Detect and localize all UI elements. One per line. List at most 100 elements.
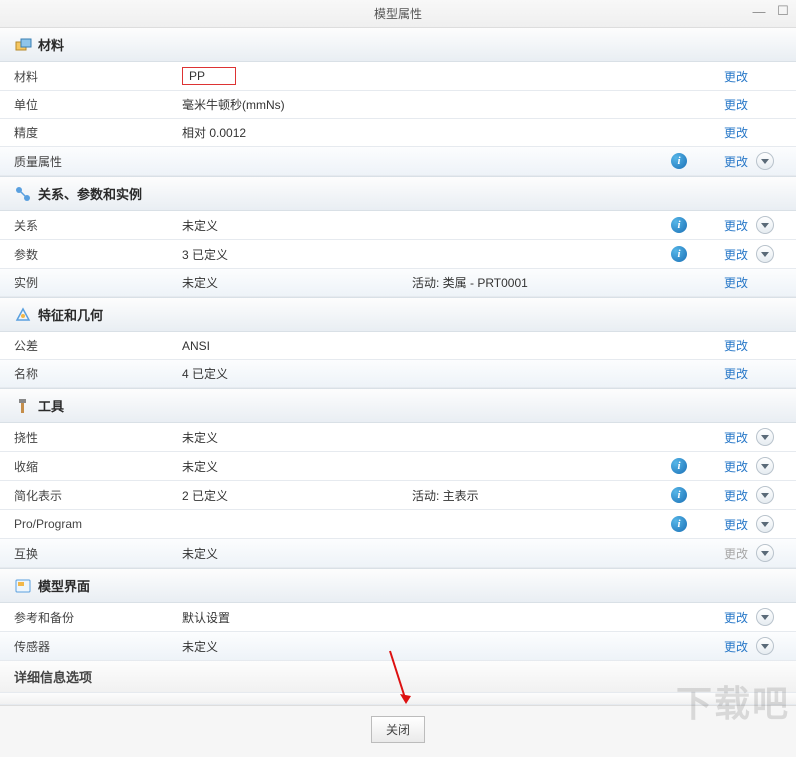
row-label: 名称 [14,365,182,382]
section-header-tools: 工具 [0,388,796,423]
row-label: 挠性 [14,429,182,446]
row-interchange: 互换 未定义 更改 [0,539,796,568]
row-value: 未定义 [182,458,412,475]
row-value: 未定义 [182,217,412,234]
row-label: 单位 [14,96,182,113]
tools-icon [14,397,32,415]
row-names: 名称 4 已定义 更改 [0,360,796,388]
row-label: 参数 [14,246,182,263]
change-link[interactable]: 更改 [724,489,748,503]
change-link[interactable]: 更改 [724,276,748,290]
row-label: 精度 [14,124,182,141]
row-label: 公差 [14,337,182,354]
section-header-feature: 特征和几何 [0,297,796,332]
interface-icon [14,577,32,595]
change-link[interactable]: 更改 [724,70,748,84]
content-area: 材料 材料 PP 更改 单位 毫米牛顿秒(mmNs) 更改 精度 相对 0.00… [0,28,796,705]
row-label: 互换 [14,545,182,562]
expand-button[interactable] [756,637,774,655]
row-value: 毫米牛顿秒(mmNs) [182,96,412,113]
row-label: 收缩 [14,458,182,475]
row-shrinkage: 收缩 未定义 i 更改 [0,452,796,481]
row-pro-program: Pro/Program i 更改 [0,510,796,539]
expand-button[interactable] [756,457,774,475]
maximize-icon[interactable]: ☐ [776,4,790,18]
row-value: 未定义 [182,638,412,655]
minimize-icon[interactable]: — [752,4,766,18]
window-title: 模型属性 [374,5,422,22]
info-icon[interactable]: i [671,153,687,169]
row-label: 实例 [14,274,182,291]
row-tolerance: 公差 ANSI 更改 [0,332,796,360]
section-title: 模型界面 [38,576,90,595]
row-sensor: 传感器 未定义 更改 [0,632,796,661]
expand-button[interactable] [756,515,774,533]
change-link[interactable]: 更改 [724,98,748,112]
change-link[interactable]: 更改 [724,339,748,353]
row-params: 参数 3 已定义 i 更改 [0,240,796,269]
truncated-row [0,693,796,705]
info-icon[interactable]: i [671,458,687,474]
change-link[interactable]: 更改 [724,460,748,474]
feature-icon [14,306,32,324]
expand-button[interactable] [756,245,774,263]
material-icon [14,36,32,54]
expand-button[interactable] [756,608,774,626]
row-value: 默认设置 [182,609,412,626]
change-link[interactable]: 更改 [724,518,748,532]
row-value: 未定义 [182,429,412,446]
row-extra: 活动: 类属 - PRT0001 [412,274,664,291]
row-material: 材料 PP 更改 [0,62,796,91]
row-value: 相对 0.0012 [182,124,412,141]
section-header-relations: 关系、参数和实例 [0,176,796,211]
row-instances: 实例 未定义 活动: 类属 - PRT0001 更改 [0,269,796,297]
row-value: 2 已定义 [182,487,412,504]
row-relations: 关系 未定义 i 更改 [0,211,796,240]
info-icon[interactable]: i [671,246,687,262]
relations-icon [14,185,32,203]
expand-button[interactable] [756,486,774,504]
row-reference-backup: 参考和备份 默认设置 更改 [0,603,796,632]
section-header-material: 材料 [0,28,796,62]
change-link[interactable]: 更改 [724,367,748,381]
change-link[interactable]: 更改 [724,640,748,654]
row-label: 参考和备份 [14,609,182,626]
expand-button[interactable] [756,428,774,446]
title-bar: 模型属性 — ☐ [0,0,796,28]
row-precision: 精度 相对 0.0012 更改 [0,119,796,147]
change-link[interactable]: 更改 [724,611,748,625]
row-value: 3 已定义 [182,246,412,263]
section-title: 材料 [38,35,64,54]
info-icon[interactable]: i [671,217,687,233]
row-label: 简化表示 [14,487,182,504]
expand-button[interactable] [756,152,774,170]
row-value: 4 已定义 [182,365,412,382]
expand-button[interactable] [756,544,774,562]
info-icon[interactable]: i [671,516,687,532]
row-label: 质量属性 [14,153,182,170]
row-label: 材料 [14,68,182,85]
section-title: 工具 [38,396,64,415]
change-link[interactable]: 更改 [724,248,748,262]
row-unit: 单位 毫米牛顿秒(mmNs) 更改 [0,91,796,119]
section-title: 特征和几何 [38,305,103,324]
change-link[interactable]: 更改 [724,219,748,233]
change-link[interactable]: 更改 [724,126,748,140]
expand-button[interactable] [756,216,774,234]
info-icon[interactable]: i [671,487,687,503]
section-header-interface: 模型界面 [0,568,796,603]
change-link-disabled: 更改 [724,547,748,561]
change-link[interactable]: 更改 [724,155,748,169]
section-title: 关系、参数和实例 [38,184,142,203]
row-label: 传感器 [14,638,182,655]
row-extra: 活动: 主表示 [412,487,664,504]
close-button[interactable]: 关闭 [371,716,425,743]
row-label: Pro/Program [14,517,182,531]
row-simplified-rep: 简化表示 2 已定义 活动: 主表示 i 更改 [0,481,796,510]
change-link[interactable]: 更改 [724,431,748,445]
row-mass-props: 质量属性 i 更改 [0,147,796,176]
row-label: 关系 [14,217,182,234]
row-value: ANSI [182,339,412,353]
footer: 关闭 [0,705,796,757]
detail-info-section: 详细信息选项 [0,661,796,693]
